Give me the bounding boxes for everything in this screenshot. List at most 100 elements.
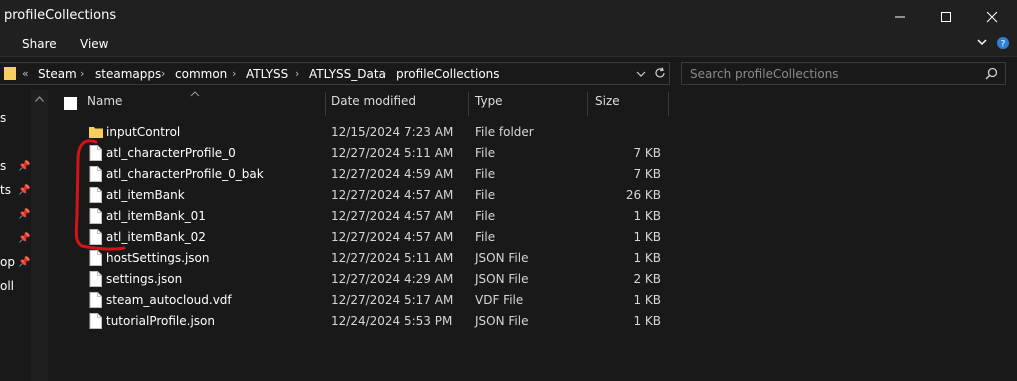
file-size: 1 KB: [633, 314, 661, 328]
select-all-checkbox[interactable]: [64, 97, 77, 110]
breadcrumb-separator[interactable]: ›: [295, 67, 299, 80]
breadcrumb-separator[interactable]: ›: [232, 67, 236, 80]
sort-ascending-icon: [190, 91, 200, 97]
file-row[interactable]: settings.json 12/27/2024 4:29 AM JSON File…: [50, 269, 1017, 290]
file-date: 12/27/2024 5:11 AM: [331, 251, 454, 265]
file-size: 26 KB: [625, 188, 661, 202]
file-row[interactable]: atl_characterProfile_0 12/27/2024 5:11 AM…: [50, 143, 1017, 164]
folder-small-icon: [4, 66, 16, 84]
breadcrumb-common[interactable]: common: [175, 67, 227, 81]
expand-ribbon-button[interactable]: [976, 36, 988, 51]
file-type: File: [475, 167, 496, 181]
file-icon: [89, 313, 102, 329]
file-name: steam_autocloud.vdf: [106, 293, 232, 307]
file-icon: [89, 145, 102, 161]
file-size: 1 KB: [633, 209, 661, 223]
address-row: « Steam › steamapps › common › ATLYSS › …: [0, 57, 1017, 90]
pin-icon: 📌: [18, 185, 31, 196]
column-header-size[interactable]: Size: [595, 94, 620, 118]
pin-icon: 📌: [18, 161, 31, 172]
breadcrumb-separator[interactable]: ›: [161, 67, 165, 80]
chevron-down-icon: [636, 71, 646, 77]
close-button[interactable]: [969, 0, 1015, 33]
file-type: File folder: [475, 125, 534, 139]
pin-icon: 📌: [18, 233, 31, 244]
maximize-icon: [941, 11, 951, 22]
file-row[interactable]: inputControl 12/15/2024 7:23 AM File folde…: [50, 122, 1017, 143]
file-date: 12/27/2024 4:59 AM: [331, 167, 454, 181]
file-name: atl_itemBank_02: [106, 230, 206, 244]
search-icon[interactable]: [985, 67, 998, 83]
file-size: 1 KB: [633, 293, 661, 307]
file-size: 1 KB: [633, 230, 661, 244]
breadcrumb-separator[interactable]: ›: [80, 67, 84, 80]
search-box[interactable]: Search profileCollections: [681, 62, 1006, 85]
file-row[interactable]: tutorialProfile.json 12/24/2024 5:53 PM JS…: [50, 311, 1017, 332]
column-divider[interactable]: [668, 92, 669, 116]
file-date: 12/27/2024 4:57 AM: [331, 188, 454, 202]
file-row[interactable]: atl_itemBank_02 12/27/2024 4:57 AM File 1 K…: [50, 227, 1017, 248]
address-bar[interactable]: « Steam › steamapps › common › ATLYSS › …: [0, 62, 670, 85]
file-date: 12/27/2024 5:11 AM: [331, 146, 454, 160]
breadcrumb-atlyss[interactable]: ATLYSS: [246, 67, 288, 81]
ribbon-share-tab[interactable]: Share: [22, 37, 57, 51]
nav-item-fragment[interactable]: s: [0, 111, 6, 125]
file-name: tutorialProfile.json: [106, 314, 215, 328]
file-icon: [89, 271, 102, 287]
ribbon: Share View ?: [0, 33, 1017, 57]
file-date: 12/27/2024 5:17 AM: [331, 293, 454, 307]
file-name: hostSettings.json: [106, 251, 210, 265]
scroll-up-icon[interactable]: [35, 96, 44, 102]
maximize-button[interactable]: [923, 0, 969, 33]
window-title: profileCollections: [4, 8, 117, 23]
file-name: atl_itemBank: [106, 188, 185, 202]
file-name: inputControl: [106, 125, 181, 139]
breadcrumb-profilecollections[interactable]: profileCollections: [396, 67, 500, 81]
file-size: 1 KB: [633, 251, 661, 265]
breadcrumb-separator[interactable]: ›: [382, 67, 386, 80]
nav-scrollbar[interactable]: [31, 90, 48, 381]
file-type: File: [475, 188, 496, 202]
file-type: JSON File: [475, 251, 529, 265]
breadcrumb-overflow[interactable]: «: [22, 67, 29, 80]
file-size: 7 KB: [633, 146, 661, 160]
breadcrumb-steam[interactable]: Steam: [38, 67, 77, 81]
file-row[interactable]: atl_characterProfile_0_bak 12/27/2024 4:5…: [50, 164, 1017, 185]
file-row[interactable]: atl_itemBank 12/27/2024 4:57 AM File 26 KB: [50, 185, 1017, 206]
help-button[interactable]: ?: [996, 36, 1010, 53]
pin-icon: 📌: [18, 209, 31, 220]
file-name: atl_itemBank_01: [106, 209, 206, 223]
column-divider[interactable]: [325, 92, 326, 116]
ribbon-view-tab[interactable]: View: [80, 37, 108, 51]
file-type: File: [475, 230, 496, 244]
minimize-button[interactable]: [877, 0, 923, 33]
column-header-name[interactable]: Name: [87, 94, 122, 118]
file-list[interactable]: Name Date modified Type Size inputContro…: [50, 90, 1017, 381]
refresh-button[interactable]: [654, 67, 666, 82]
breadcrumb-steamapps[interactable]: steamapps: [95, 67, 161, 81]
file-row[interactable]: atl_itemBank_01 12/27/2024 4:57 AM File 1 K…: [50, 206, 1017, 227]
svg-text:?: ?: [1001, 40, 1006, 50]
column-divider[interactable]: [587, 92, 588, 116]
file-name: settings.json: [106, 272, 183, 286]
file-type: JSON File: [475, 314, 529, 328]
nav-item-fragment[interactable]: op: [0, 255, 15, 269]
file-date: 12/24/2024 5:53 PM: [331, 314, 453, 328]
breadcrumb-atlyss-data[interactable]: ATLYSS_Data: [309, 67, 386, 81]
file-date: 12/27/2024 4:29 AM: [331, 272, 454, 286]
column-divider[interactable]: [468, 92, 469, 116]
file-row[interactable]: hostSettings.json 12/27/2024 5:11 AM JSON …: [50, 248, 1017, 269]
refresh-icon: [655, 67, 665, 78]
address-dropdown-button[interactable]: [636, 68, 646, 82]
file-date: 12/27/2024 4:57 AM: [331, 230, 454, 244]
nav-item-fragment[interactable]: ts: [0, 183, 11, 197]
file-row[interactable]: steam_autocloud.vdf 12/27/2024 5:17 AM VDF…: [50, 290, 1017, 311]
file-icon: [89, 166, 102, 182]
column-header-date[interactable]: Date modified: [331, 94, 416, 118]
file-name: atl_characterProfile_0: [106, 146, 236, 160]
file-icon: [89, 292, 102, 308]
nav-item-fragment[interactable]: s: [0, 159, 6, 173]
nav-item-fragment[interactable]: oll: [0, 279, 14, 293]
title-bar: profileCollections: [0, 0, 1017, 33]
column-header-type[interactable]: Type: [475, 94, 503, 118]
